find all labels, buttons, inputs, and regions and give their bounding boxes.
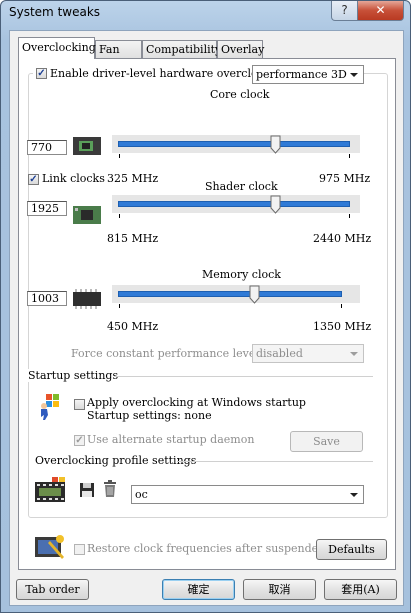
tick-mark [341, 304, 342, 308]
memory-chip-icon [73, 289, 101, 309]
startup-divider [115, 376, 373, 377]
window-title: System tweaks [9, 5, 101, 19]
apply-at-startup-label: Apply overclocking at Windows startup [87, 396, 306, 409]
chevron-down-icon [350, 73, 358, 77]
core-clock-slider[interactable] [118, 141, 350, 147]
trash-icon[interactable] [102, 480, 118, 498]
tab-fan[interactable]: Fan [95, 40, 142, 58]
restore-clocks-checkbox[interactable] [74, 544, 85, 555]
tab-compatibility[interactable]: Compatibility [142, 40, 221, 58]
tick-mark [119, 154, 120, 158]
performance-mode-value: performance 3D [256, 68, 347, 81]
profile-select[interactable]: oc [131, 485, 364, 504]
chevron-down-icon [350, 352, 358, 356]
force-performance-value: disabled [256, 347, 303, 360]
title-bar: System tweaks ? ✕ [1, 1, 410, 29]
shader-slider-thumb[interactable] [270, 195, 281, 214]
core-clock-input[interactable]: 770 [27, 140, 67, 155]
apply-button[interactable]: 套用(A) [324, 579, 397, 600]
save-startup-button[interactable]: Save [290, 431, 363, 452]
tick-mark [349, 214, 350, 218]
profile-divider [177, 461, 373, 462]
ok-button[interactable]: 確定 [162, 579, 235, 600]
core-slider-thumb[interactable] [270, 135, 281, 154]
enable-row: ✓ Enable driver-level hardware overclock… [33, 66, 288, 82]
tick-mark [349, 154, 350, 158]
memory-clock-title: Memory clock [202, 268, 281, 281]
link-clocks-label: Link clocks [42, 172, 105, 185]
core-min-label: 325 MHz [107, 172, 159, 185]
shader-clock-slider[interactable] [118, 201, 350, 207]
tab-order-button[interactable]: Tab order [16, 579, 89, 600]
dialog-client: Overclocking Fan Compatibility Overlay ✓… [9, 30, 404, 606]
cancel-button[interactable]: 取消 [243, 579, 316, 600]
performance-mode-select[interactable]: performance 3D [252, 65, 364, 84]
profile-film-icon [35, 477, 65, 502]
memory-slider-thumb[interactable] [249, 285, 260, 304]
memory-max-label: 1350 MHz [313, 320, 372, 333]
core-max-label: 975 MHz [319, 172, 371, 185]
apply-at-startup-checkbox[interactable] [74, 399, 85, 410]
restore-clock-icon [35, 535, 64, 559]
shader-clock-input[interactable]: 1925 [27, 201, 67, 216]
memory-clock-slider[interactable] [118, 291, 342, 297]
chevron-down-icon [350, 493, 358, 497]
memory-min-label: 450 MHz [107, 320, 159, 333]
overclocking-panel: ✓ Enable driver-level hardware overclock… [18, 58, 396, 570]
memory-clock-input[interactable]: 1003 [27, 291, 67, 306]
alternate-daemon-checkbox[interactable]: ✓ [74, 435, 85, 446]
startup-settings-title: Startup settings [28, 369, 123, 382]
force-performance-select[interactable]: disabled [252, 344, 364, 363]
profile-select-value: oc [135, 488, 148, 501]
system-tweaks-window: System tweaks ? ✕ Overclocking Fan Compa… [0, 0, 411, 613]
profile-settings-title: Overclocking profile settings [35, 454, 201, 467]
force-performance-label: Force constant performance level [71, 347, 259, 360]
core-clock-title: Core clock [210, 88, 270, 101]
alternate-daemon-label: Use alternate startup daemon [87, 433, 255, 446]
tick-mark [119, 304, 120, 308]
shader-clock-title: Shader clock [205, 180, 278, 193]
gpu-chip-icon [73, 137, 101, 155]
windows-startup-icon [41, 394, 59, 420]
link-clocks-checkbox[interactable]: ✓ [28, 174, 39, 185]
save-profile-icon[interactable] [79, 482, 95, 498]
enable-overclocking-checkbox[interactable]: ✓ [36, 68, 47, 79]
help-button[interactable]: ? [331, 1, 358, 21]
shader-min-label: 815 MHz [107, 232, 159, 245]
tab-overclocking[interactable]: Overclocking [18, 37, 96, 59]
tab-overlay[interactable]: Overlay [217, 40, 264, 58]
defaults-button[interactable]: Defaults [316, 539, 387, 560]
shader-chip-icon [73, 206, 101, 224]
shader-max-label: 2440 MHz [313, 232, 372, 245]
startup-settings-status: Startup settings: none [87, 409, 212, 422]
close-button[interactable]: ✕ [357, 1, 404, 21]
tick-mark [119, 214, 120, 218]
